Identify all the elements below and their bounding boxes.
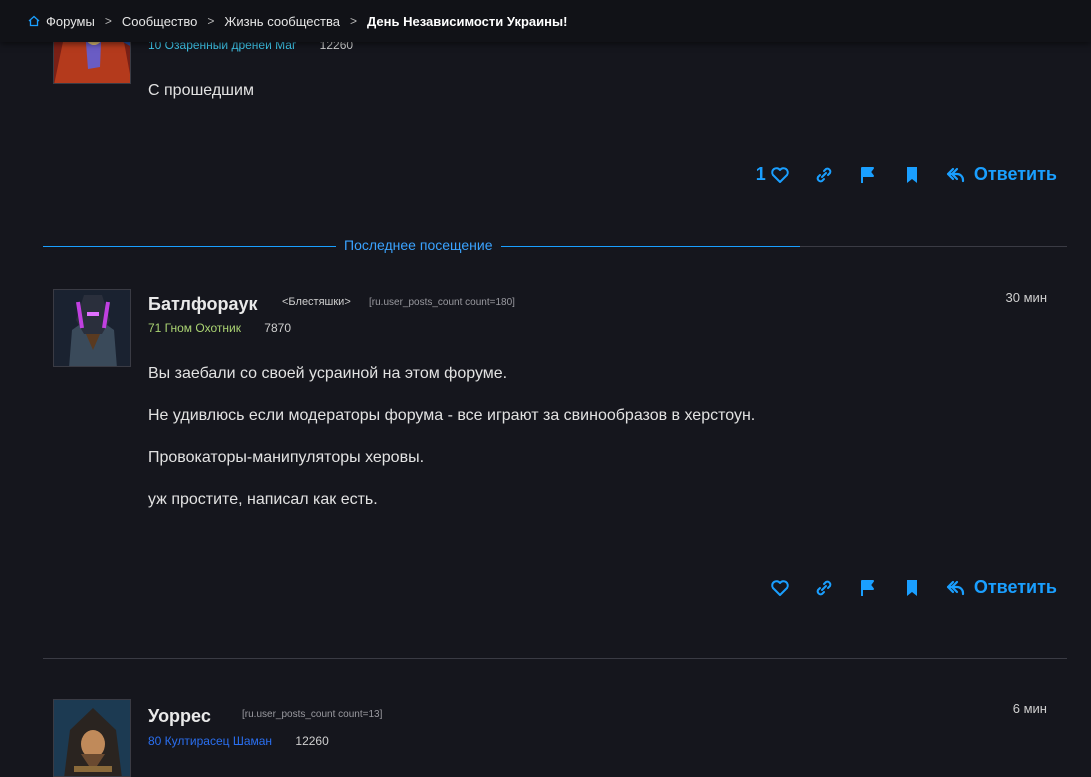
last-visit-label: Последнее посещение (336, 237, 501, 253)
post-2: Батлфораук <Блестяшки> [ru.user_posts_co… (43, 280, 1067, 610)
bookmark-button[interactable] (902, 165, 922, 185)
last-visit-separator: Последнее посещение (43, 236, 1067, 256)
chevron-right-icon: > (104, 14, 112, 28)
avatar[interactable] (53, 699, 131, 777)
author-name[interactable]: Батлфораук (148, 294, 258, 315)
breadcrumb: Форумы > Сообщество > Жизнь сообщества >… (0, 0, 1091, 42)
achievement-points: 7870 (264, 321, 291, 335)
post-divider (43, 658, 1067, 659)
avatar[interactable] (53, 289, 131, 367)
copy-link-button[interactable] (814, 578, 834, 598)
post-actions: Ответить (746, 577, 1057, 598)
like-button[interactable] (770, 578, 790, 598)
character-info: 71 Гном Охотник 7870 (148, 321, 291, 335)
breadcrumb-forums[interactable]: Форумы (46, 14, 95, 29)
reply-button[interactable]: Ответить (946, 577, 1057, 598)
like-button[interactable]: 1 (756, 164, 790, 185)
post-time[interactable]: 6 мин (1013, 701, 1047, 716)
copy-link-button[interactable] (814, 165, 834, 185)
reply-icon (946, 580, 964, 595)
post-paragraph: Не удивлюсь если модераторы форума - все… (148, 407, 756, 424)
reply-label: Ответить (973, 164, 1057, 184)
character-class[interactable]: 80 Култирасец Шаман (148, 734, 272, 748)
home-icon[interactable] (28, 15, 40, 27)
author-name[interactable]: Уоррес (148, 706, 211, 727)
character-info: 80 Култирасец Шаман 12260 (148, 734, 329, 748)
chevron-right-icon: > (349, 14, 357, 28)
bookmark-icon (906, 579, 917, 596)
reply-icon (946, 167, 964, 182)
flag-icon (860, 166, 874, 183)
achievement-points: 12260 (295, 734, 329, 748)
heart-icon (771, 579, 789, 596)
heart-icon (771, 166, 789, 183)
post-body: Вы заебали со своей усраиной на этом фор… (148, 363, 755, 531)
reply-button[interactable]: Ответить (946, 164, 1057, 185)
guild-name: <Блестяшки> (282, 296, 351, 308)
post-paragraph: Вы заебали со своей усраиной на этом фор… (148, 365, 508, 382)
post-time[interactable]: 30 мин (1006, 290, 1047, 305)
post-body: С прошедшим (148, 80, 254, 122)
link-icon (816, 580, 832, 595)
link-icon (816, 167, 832, 182)
chevron-right-icon: > (207, 14, 215, 28)
breadcrumb-community[interactable]: Сообщество (122, 14, 198, 29)
like-count: 1 (755, 164, 766, 184)
breadcrumb-current-topic: День Независимости Украины! (367, 13, 568, 29)
bookmark-button[interactable] (902, 578, 922, 598)
post-paragraph: Провокаторы-манипуляторы херовы. (148, 449, 425, 466)
post-3: Уоррес [ru.user_posts_count count=13] 80… (43, 690, 1067, 777)
flag-icon (860, 579, 874, 596)
report-button[interactable] (858, 165, 878, 185)
bookmark-icon (906, 166, 917, 183)
post-count-tag: [ru.user_posts_count count=180] (369, 297, 515, 308)
report-button[interactable] (858, 578, 878, 598)
post-paragraph: С прошедшим (148, 82, 254, 99)
post-paragraph: уж простите, написал как есть. (148, 491, 378, 508)
reply-label: Ответить (973, 577, 1057, 597)
breadcrumb-community-life[interactable]: Жизнь сообщества (224, 14, 340, 29)
post-actions: 1 Ответить (732, 164, 1057, 185)
character-class[interactable]: 71 Гном Охотник (148, 321, 241, 335)
post-count-tag: [ru.user_posts_count count=13] (242, 709, 383, 720)
